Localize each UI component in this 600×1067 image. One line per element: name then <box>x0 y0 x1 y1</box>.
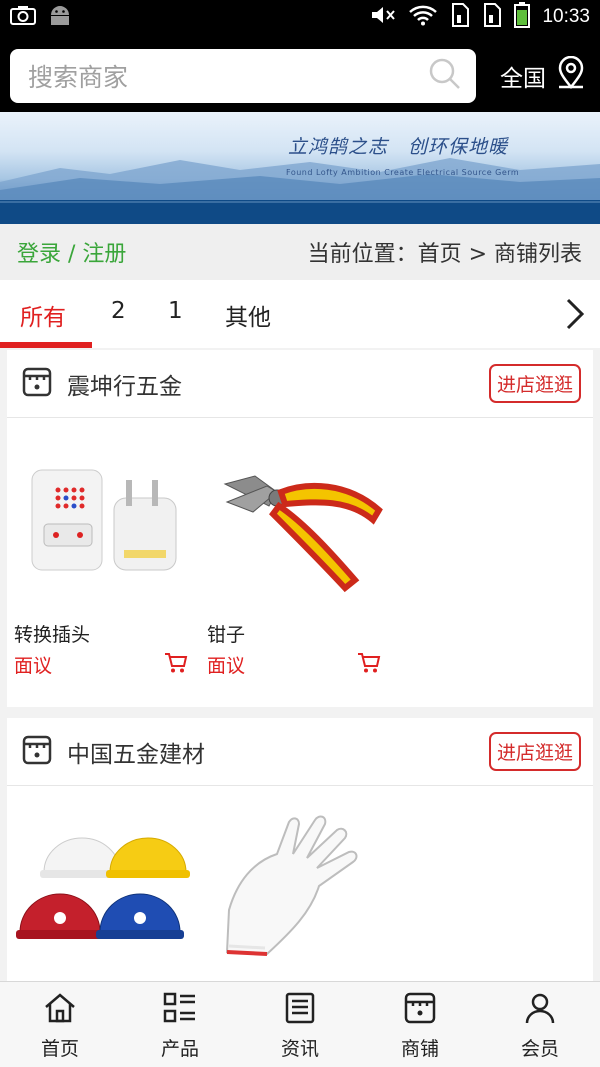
product-name: 钳子 <box>207 624 246 646</box>
search-input[interactable]: 搜索商家 <box>10 49 476 103</box>
shop-card: 中国五金建材 进店逛逛 <box>7 718 593 981</box>
product-image[interactable] <box>207 802 387 981</box>
region-label: 全国 <box>500 66 546 92</box>
mute-icon <box>370 5 396 29</box>
search-icon[interactable] <box>428 57 462 95</box>
shop-header: 震坤行五金 进店逛逛 <box>7 350 593 418</box>
sim2-icon <box>482 3 502 31</box>
product-grid-icon <box>163 992 197 1028</box>
adapter-plug-image <box>14 432 194 612</box>
safety-helmets-image <box>14 802 194 981</box>
banner-subtitle: Found Lofty Ambition Create Electrical S… <box>286 168 520 177</box>
tab-all[interactable]: 所有 <box>20 298 66 332</box>
wifi-icon <box>408 4 438 30</box>
login-register-link[interactable]: 登录 / 注册 <box>17 236 126 268</box>
shop-name: 中国五金建材 <box>67 741 205 768</box>
product-item[interactable]: 转换插头 面议 <box>14 432 196 678</box>
sim1-icon <box>450 3 470 31</box>
region-selector[interactable]: 全国 <box>500 55 586 96</box>
battery-icon <box>514 2 531 32</box>
banner[interactable]: 立鸿鹄之志 创环保地暖 Found Lofty Ambition Create … <box>0 112 600 224</box>
storefront-icon <box>21 366 53 402</box>
camera-icon <box>10 5 36 29</box>
product-image[interactable] <box>207 432 387 612</box>
nav-label: 会员 <box>520 1038 559 1060</box>
storefront-icon <box>21 734 53 770</box>
nav-label: 首页 <box>40 1038 79 1060</box>
nav-label: 商铺 <box>400 1038 439 1060</box>
product-name: 转换插头 <box>14 624 91 646</box>
product-image[interactable] <box>14 802 194 981</box>
product-item[interactable] <box>14 802 196 981</box>
bottom-nav: 首页 产品 资讯 商铺 会员 <box>0 981 600 1067</box>
home-icon <box>43 992 77 1028</box>
shop-name: 震坤行五金 <box>67 373 182 400</box>
tab-other[interactable]: 其他 <box>225 298 271 332</box>
product-item[interactable] <box>207 802 389 981</box>
work-gloves-image <box>207 802 387 981</box>
top-bar: 搜索商家 全国 <box>0 34 600 112</box>
product-image[interactable] <box>14 432 194 612</box>
android-icon <box>48 4 72 30</box>
nav-label: 产品 <box>160 1038 199 1060</box>
cart-icon[interactable] <box>357 652 381 678</box>
news-icon <box>283 992 317 1028</box>
status-bar: 10:33 <box>0 0 600 34</box>
breadcrumb-bar: 登录 / 注册 当前位置：首页 > 商铺列表 <box>0 224 600 280</box>
banner-title: 立鸿鹄之志 创环保地暖 <box>288 136 509 158</box>
nav-label: 资讯 <box>280 1038 319 1060</box>
visit-shop-button[interactable]: 进店逛逛 <box>488 364 581 403</box>
nav-shops[interactable]: 商铺 <box>360 982 480 1067</box>
breadcrumb: 当前位置：首页 > 商铺列表 <box>307 242 582 267</box>
nav-home[interactable]: 首页 <box>0 982 120 1067</box>
cart-icon[interactable] <box>164 652 188 678</box>
category-tabs: 所有 2 1 其他 <box>0 280 600 348</box>
nav-news[interactable]: 资讯 <box>240 982 360 1067</box>
storefront-icon <box>403 992 437 1028</box>
tab-2[interactable]: 2 <box>111 298 126 324</box>
nav-products[interactable]: 产品 <box>120 982 240 1067</box>
tab-1[interactable]: 1 <box>168 298 183 324</box>
visit-shop-button[interactable]: 进店逛逛 <box>488 732 581 771</box>
location-pin-icon <box>556 55 586 96</box>
clock: 10:33 <box>542 6 590 27</box>
shop-header: 中国五金建材 进店逛逛 <box>7 718 593 786</box>
shop-card: 震坤行五金 进店逛逛 转换插头 面议 钳子 面议 <box>7 350 593 707</box>
pliers-image <box>207 432 387 612</box>
active-tab-indicator <box>0 342 92 348</box>
search-placeholder: 搜索商家 <box>28 63 129 92</box>
nav-member[interactable]: 会员 <box>480 982 600 1067</box>
user-icon <box>523 992 557 1028</box>
chevron-right-icon[interactable] <box>564 296 586 336</box>
product-item[interactable]: 钳子 面议 <box>207 432 389 678</box>
